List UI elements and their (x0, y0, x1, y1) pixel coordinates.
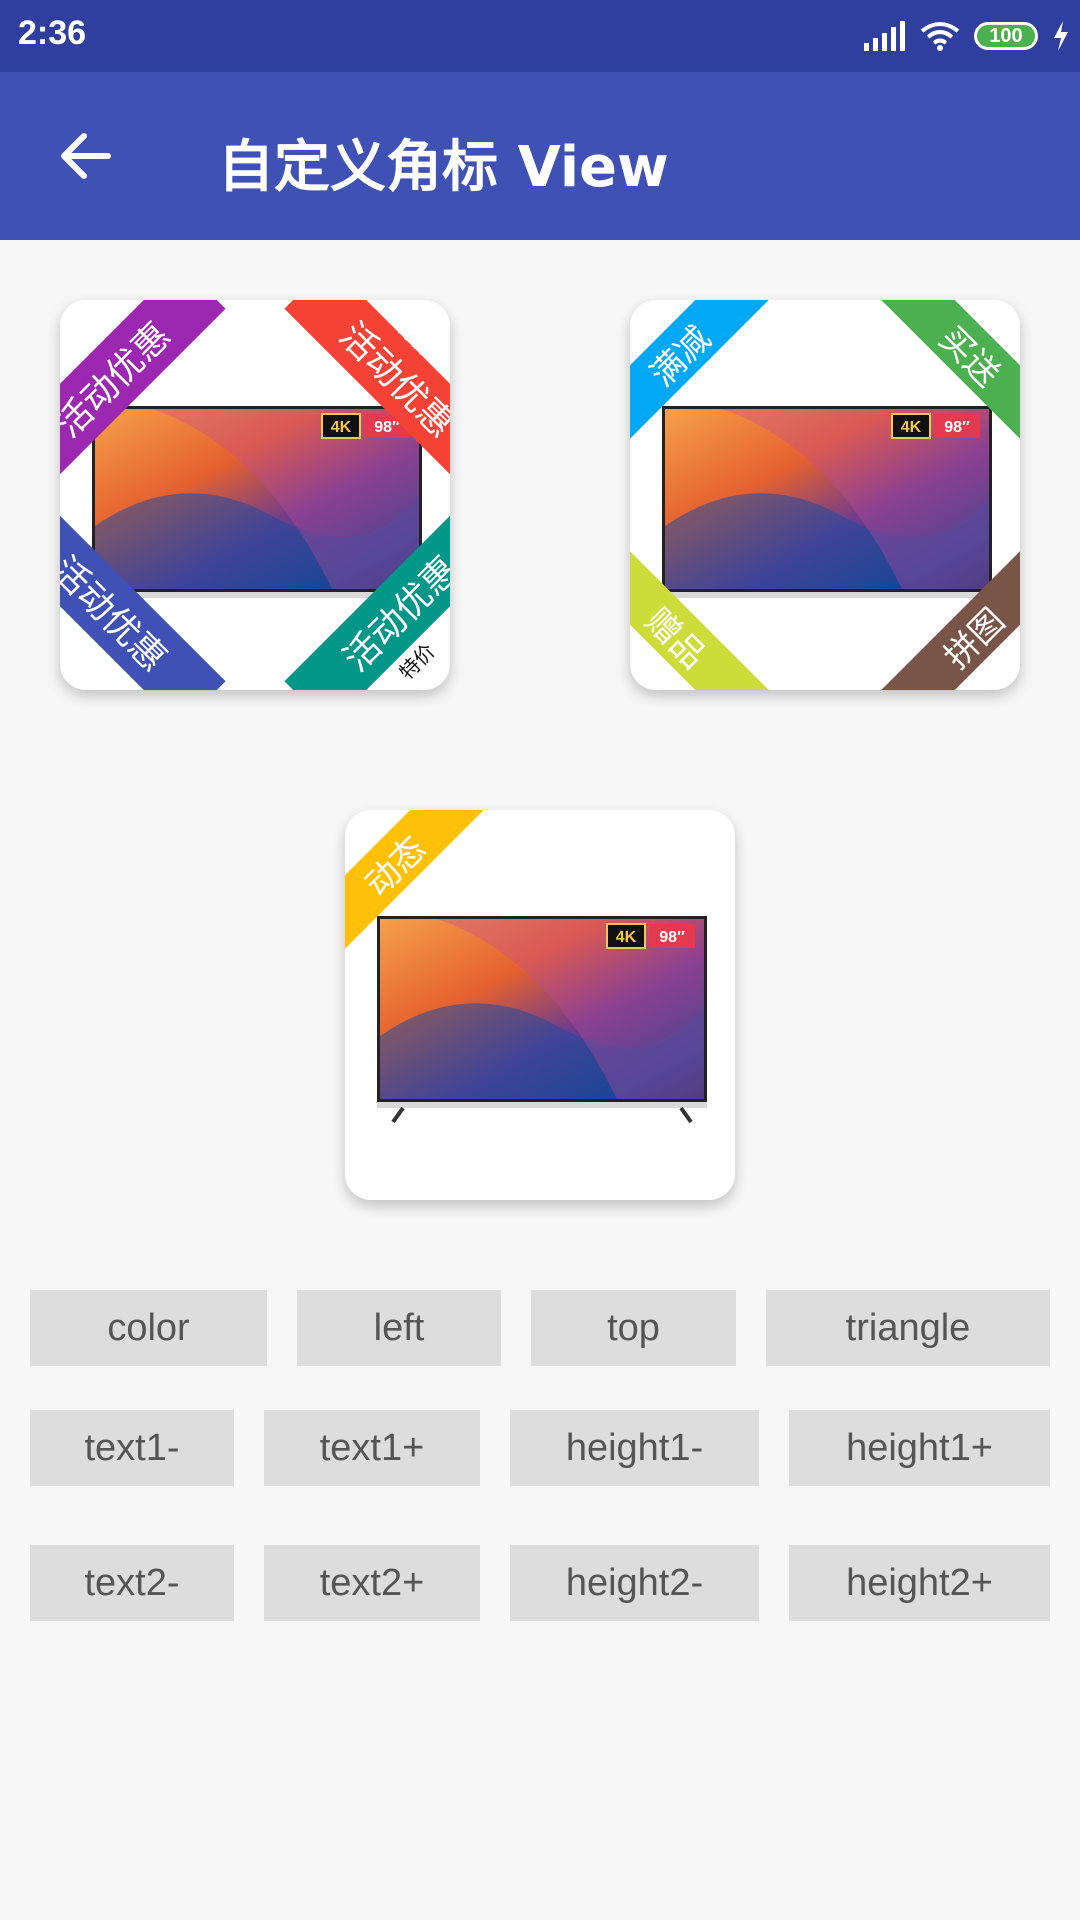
back-button[interactable] (48, 118, 124, 194)
charging-icon (1054, 21, 1068, 51)
text2-decrease-button[interactable]: text2- (30, 1545, 234, 1621)
tv-badge-4k: 4K (901, 419, 922, 436)
tv-badge-size: 98″ (374, 419, 400, 436)
ribbon-label: 动态 (357, 828, 434, 905)
height2-decrease-button[interactable]: height2- (510, 1545, 759, 1621)
ribbon-label: 赠品 (637, 600, 714, 677)
ribbon-label: 拼图 (936, 600, 1013, 677)
color-button[interactable]: color (30, 1290, 267, 1366)
page-title: 自定义角标 View (218, 135, 669, 200)
height1-increase-button[interactable]: height1+ (789, 1410, 1050, 1486)
left-button[interactable]: left (297, 1290, 501, 1366)
top-button[interactable]: top (531, 1290, 736, 1366)
corner-badge-card-1: 4K 98″ 活动优惠 特价 活动优惠 特价 活动优惠 特价 活动优惠 特价 (60, 300, 450, 690)
tv-badge-4k: 4K (616, 929, 637, 946)
corner-badge-card-3: 4K 98″ 动态 (345, 810, 735, 1200)
text1-decrease-button[interactable]: text1- (30, 1410, 234, 1486)
height1-decrease-button[interactable]: height1- (510, 1410, 759, 1486)
wifi-icon (920, 22, 960, 51)
signal-icon (864, 21, 905, 51)
status-time: 2:36 (18, 14, 87, 52)
app-bar: 自定义角标 View (0, 72, 1080, 240)
tv-badge-size: 98″ (659, 929, 685, 946)
tv-image: 4K 98″ (662, 406, 992, 598)
tv-badge-size: 98″ (944, 419, 970, 436)
ribbon-label: 买送 (931, 318, 1008, 395)
arrow-back-icon (61, 133, 111, 179)
tv-badge-4k: 4K (331, 419, 352, 436)
status-bar: 2:36 100 (0, 0, 1080, 72)
text1-increase-button[interactable]: text1+ (264, 1410, 480, 1486)
corner-badge-card-2: 4K 98″ 满减 买送 赠品 拼图 (630, 300, 1020, 690)
tv-image: 4K 98″ (377, 916, 707, 1124)
text2-increase-button[interactable]: text2+ (264, 1545, 480, 1621)
triangle-button[interactable]: triangle (766, 1290, 1050, 1366)
status-icons: 100 (862, 16, 1070, 56)
tv-image: 4K 98″ (92, 406, 422, 598)
ribbon-label: 满减 (642, 318, 719, 395)
height2-increase-button[interactable]: height2+ (789, 1545, 1050, 1621)
battery-icon: 100 (974, 22, 1038, 50)
